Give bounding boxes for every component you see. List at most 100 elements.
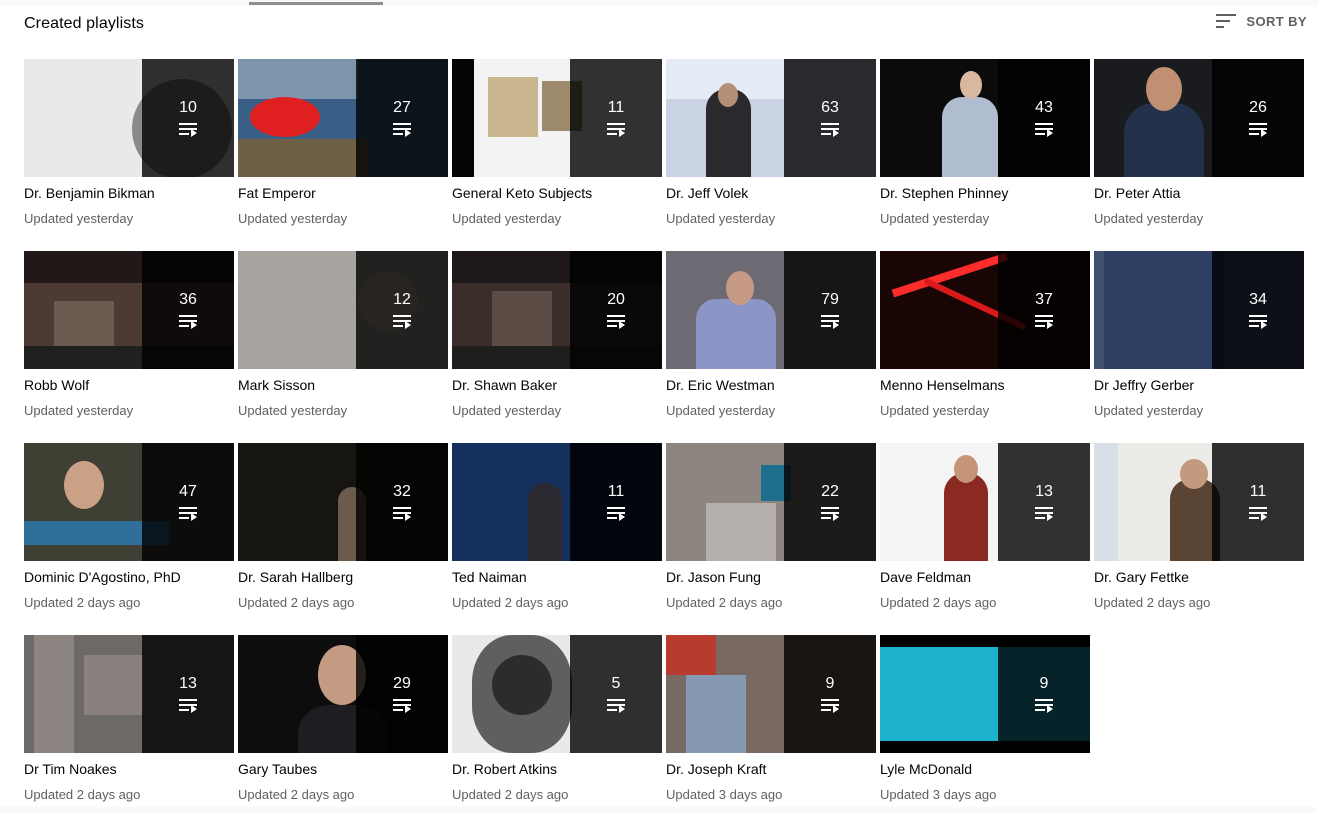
- playlist-card[interactable]: 11 Dr. Gary Fettke Updated 2 days ago: [1094, 443, 1304, 621]
- playlist-title[interactable]: General Keto Subjects: [452, 185, 662, 201]
- active-tab-indicator: [249, 2, 383, 5]
- playlist-title[interactable]: Gary Taubes: [238, 761, 448, 777]
- playlist-icon: [179, 315, 197, 329]
- playlist-card[interactable]: 37 Menno Henselmans Updated yesterday: [880, 251, 1090, 429]
- playlist-card[interactable]: 26 Dr. Peter Attia Updated yesterday: [1094, 59, 1304, 237]
- playlist-thumbnail[interactable]: 29: [238, 635, 448, 753]
- playlist-title[interactable]: Dr. Gary Fettke: [1094, 569, 1304, 585]
- playlist-updated: Updated yesterday: [452, 211, 562, 226]
- playlist-card[interactable]: 10 Dr. Benjamin Bikman Updated yesterday: [24, 59, 234, 237]
- playlist-title[interactable]: Dr. Peter Attia: [1094, 185, 1304, 201]
- playlist-thumbnail[interactable]: 43: [880, 59, 1090, 177]
- playlist-title[interactable]: Dr. Shawn Baker: [452, 377, 662, 393]
- playlist-card[interactable]: 34 Dr Jeffry Gerber Updated yesterday: [1094, 251, 1304, 429]
- playlist-updated: Updated 3 days ago: [880, 787, 997, 802]
- playlist-thumbnail[interactable]: 11: [452, 443, 662, 561]
- playlist-thumbnail[interactable]: 13: [24, 635, 234, 753]
- playlist-card[interactable]: 29 Gary Taubes Updated 2 days ago: [238, 635, 448, 813]
- playlist-thumbnail[interactable]: 10: [24, 59, 234, 177]
- playlist-card[interactable]: 79 Dr. Eric Westman Updated yesterday: [666, 251, 876, 429]
- playlist-count-overlay: 10: [142, 59, 234, 177]
- playlist-count-overlay: 9: [784, 635, 876, 753]
- playlist-thumbnail[interactable]: 26: [1094, 59, 1304, 177]
- video-count: 29: [393, 675, 411, 692]
- playlist-thumbnail[interactable]: 36: [24, 251, 234, 369]
- playlist-title[interactable]: Mark Sisson: [238, 377, 448, 393]
- playlist-thumbnail[interactable]: 9: [666, 635, 876, 753]
- playlist-card[interactable]: 36 Robb Wolf Updated yesterday: [24, 251, 234, 429]
- playlist-title[interactable]: Robb Wolf: [24, 377, 234, 393]
- playlist-card[interactable]: 13 Dave Feldman Updated 2 days ago: [880, 443, 1090, 621]
- playlist-title[interactable]: Dr. Stephen Phinney: [880, 185, 1090, 201]
- playlist-title[interactable]: Dr. Joseph Kraft: [666, 761, 876, 777]
- playlist-count-overlay: 11: [570, 443, 662, 561]
- playlist-thumbnail[interactable]: 12: [238, 251, 448, 369]
- playlist-count-overlay: 29: [356, 635, 448, 753]
- playlist-icon: [1035, 699, 1053, 713]
- playlist-icon: [179, 507, 197, 521]
- playlist-thumbnail[interactable]: 37: [880, 251, 1090, 369]
- playlist-thumbnail[interactable]: 27: [238, 59, 448, 177]
- playlist-title[interactable]: Dominic D'Agostino, PhD: [24, 569, 234, 585]
- playlist-thumbnail[interactable]: 9: [880, 635, 1090, 753]
- playlist-card[interactable]: 47 Dominic D'Agostino, PhD Updated 2 day…: [24, 443, 234, 621]
- playlist-title[interactable]: Ted Naiman: [452, 569, 662, 585]
- playlist-title[interactable]: Dave Feldman: [880, 569, 1090, 585]
- playlist-thumbnail[interactable]: 11: [1094, 443, 1304, 561]
- playlist-thumbnail[interactable]: 47: [24, 443, 234, 561]
- playlist-updated: Updated yesterday: [880, 211, 990, 226]
- video-count: 11: [607, 99, 625, 116]
- playlist-thumbnail[interactable]: 13: [880, 443, 1090, 561]
- playlist-count-overlay: 26: [1212, 59, 1304, 177]
- playlist-card[interactable]: 22 Dr. Jason Fung Updated 2 days ago: [666, 443, 876, 621]
- playlist-thumbnail[interactable]: 63: [666, 59, 876, 177]
- playlist-updated: Updated 2 days ago: [1094, 595, 1211, 610]
- playlist-thumbnail[interactable]: 32: [238, 443, 448, 561]
- playlist-card[interactable]: 43 Dr. Stephen Phinney Updated yesterday: [880, 59, 1090, 237]
- playlist-count-overlay: 12: [356, 251, 448, 369]
- playlist-title[interactable]: Dr. Benjamin Bikman: [24, 185, 234, 201]
- playlist-updated: Updated yesterday: [452, 403, 562, 418]
- playlist-thumbnail[interactable]: 5: [452, 635, 662, 753]
- playlist-card[interactable]: 32 Dr. Sarah Hallberg Updated 2 days ago: [238, 443, 448, 621]
- playlist-count-overlay: 20: [570, 251, 662, 369]
- playlist-count-overlay: 43: [998, 59, 1090, 177]
- playlist-card[interactable]: 12 Mark Sisson Updated yesterday: [238, 251, 448, 429]
- playlist-thumbnail[interactable]: 22: [666, 443, 876, 561]
- playlist-title[interactable]: Dr Tim Noakes: [24, 761, 234, 777]
- playlist-thumbnail[interactable]: 11: [452, 59, 662, 177]
- playlist-title[interactable]: Dr Jeffry Gerber: [1094, 377, 1304, 393]
- sort-by-button[interactable]: SORT BY: [1216, 10, 1307, 32]
- video-count: 20: [607, 291, 625, 308]
- playlist-card[interactable]: 5 Dr. Robert Atkins Updated 2 days ago: [452, 635, 662, 813]
- playlist-count-overlay: 27: [356, 59, 448, 177]
- playlist-card[interactable]: 9 Dr. Joseph Kraft Updated 3 days ago: [666, 635, 876, 813]
- playlist-count-overlay: 34: [1212, 251, 1304, 369]
- video-count: 36: [179, 291, 197, 308]
- playlist-title[interactable]: Lyle McDonald: [880, 761, 1090, 777]
- playlist-card[interactable]: 13 Dr Tim Noakes Updated 2 days ago: [24, 635, 234, 813]
- video-count: 12: [393, 291, 411, 308]
- playlists-page: Created playlists SORT BY 10 Dr. Benjami…: [0, 2, 1317, 807]
- playlist-thumbnail[interactable]: 34: [1094, 251, 1304, 369]
- playlist-title[interactable]: Dr. Sarah Hallberg: [238, 569, 448, 585]
- playlist-updated: Updated 2 days ago: [24, 595, 141, 610]
- playlist-thumbnail[interactable]: 20: [452, 251, 662, 369]
- playlist-card[interactable]: 9 Lyle McDonald Updated 3 days ago: [880, 635, 1090, 813]
- video-count: 9: [825, 675, 835, 692]
- video-count: 32: [393, 483, 411, 500]
- playlist-title[interactable]: Dr. Jason Fung: [666, 569, 876, 585]
- playlist-card[interactable]: 11 General Keto Subjects Updated yesterd…: [452, 59, 662, 237]
- playlist-icon: [1249, 315, 1267, 329]
- playlist-card[interactable]: 27 Fat Emperor Updated yesterday: [238, 59, 448, 237]
- playlist-title[interactable]: Menno Henselmans: [880, 377, 1090, 393]
- playlist-card[interactable]: 11 Ted Naiman Updated 2 days ago: [452, 443, 662, 621]
- playlist-title[interactable]: Fat Emperor: [238, 185, 448, 201]
- playlist-title[interactable]: Dr. Eric Westman: [666, 377, 876, 393]
- playlist-title[interactable]: Dr. Robert Atkins: [452, 761, 662, 777]
- playlist-count-overlay: 5: [570, 635, 662, 753]
- playlist-thumbnail[interactable]: 79: [666, 251, 876, 369]
- playlist-card[interactable]: 63 Dr. Jeff Volek Updated yesterday: [666, 59, 876, 237]
- playlist-title[interactable]: Dr. Jeff Volek: [666, 185, 876, 201]
- playlist-card[interactable]: 20 Dr. Shawn Baker Updated yesterday: [452, 251, 662, 429]
